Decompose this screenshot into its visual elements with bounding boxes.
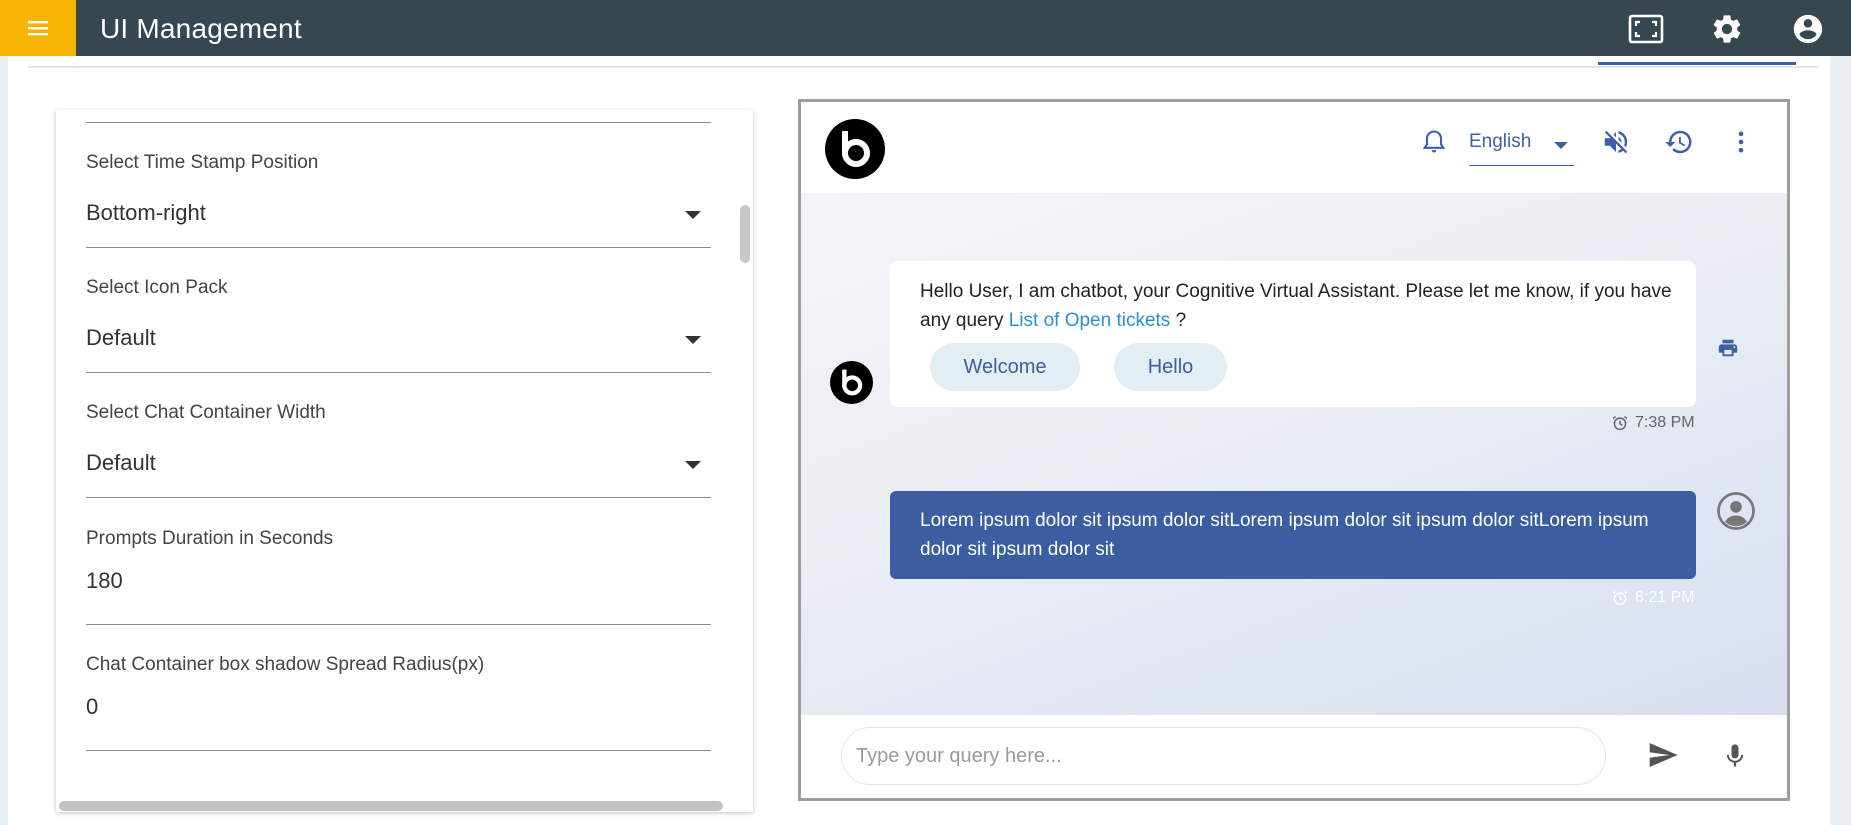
mute-button[interactable] bbox=[1598, 124, 1634, 160]
settings-panel: Select Time Stamp Position Bottom-right … bbox=[56, 110, 753, 812]
bot-message-text: Hello User, I am chatbot, your Cognitive… bbox=[920, 277, 1680, 335]
timestamp-position-select[interactable]: Select Time Stamp Position Bottom-right bbox=[86, 152, 711, 248]
more-options-button[interactable] bbox=[1723, 124, 1759, 160]
chat-input-bar bbox=[801, 715, 1787, 798]
fullscreen-icon bbox=[1628, 14, 1664, 44]
chevron-down-icon bbox=[685, 211, 701, 219]
alarm-icon bbox=[1612, 591, 1628, 606]
time-text: 7:38 PM bbox=[1635, 414, 1695, 431]
top-app-bar: UI Management bbox=[0, 0, 1851, 56]
account-circle-icon bbox=[1793, 14, 1823, 44]
field-label: Prompts Duration in Seconds bbox=[86, 528, 334, 549]
bot-message-time: 7:38 PM bbox=[1611, 414, 1695, 432]
chevron-down-icon bbox=[685, 336, 701, 344]
mute-icon bbox=[1604, 130, 1628, 154]
field-label: Select Time Stamp Position bbox=[86, 152, 319, 173]
query-input-container[interactable] bbox=[841, 727, 1606, 785]
field-label: Select Icon Pack bbox=[86, 277, 228, 298]
account-button[interactable] bbox=[1789, 10, 1827, 48]
bot-message-bubble: Hello User, I am chatbot, your Cognitive… bbox=[890, 261, 1696, 407]
time-text: 8:21 PM bbox=[1635, 589, 1695, 606]
chat-container-width-select[interactable]: Select Chat Container Width Default bbox=[86, 402, 711, 498]
send-icon[interactable] bbox=[1645, 739, 1681, 771]
active-tab-indicator bbox=[1598, 62, 1796, 65]
bot-avatar-icon bbox=[830, 361, 873, 404]
notifications-button[interactable] bbox=[1416, 124, 1452, 160]
microphone-icon[interactable] bbox=[1721, 739, 1749, 773]
user-avatar-icon bbox=[1717, 492, 1755, 530]
field-label: Chat Container box shadow Spread Radius(… bbox=[86, 654, 485, 675]
alarm-icon bbox=[1612, 416, 1628, 431]
app-title: UI Management bbox=[100, 13, 302, 44]
field-value: Bottom-right bbox=[86, 200, 206, 225]
print-icon[interactable] bbox=[1717, 337, 1739, 359]
page-scrollbar-track[interactable] bbox=[1830, 56, 1851, 825]
quick-reply-welcome[interactable]: Welcome bbox=[930, 343, 1080, 391]
field-value[interactable]: 0 bbox=[86, 694, 98, 720]
bell-icon bbox=[1422, 130, 1446, 153]
menu-button[interactable] bbox=[0, 0, 76, 56]
chat-header: English bbox=[801, 102, 1787, 193]
history-icon bbox=[1665, 130, 1692, 154]
field-underline bbox=[86, 247, 711, 248]
field-value: Default bbox=[86, 325, 156, 350]
field-underline bbox=[86, 750, 711, 751]
field-underline bbox=[86, 624, 711, 625]
chevron-down-icon bbox=[685, 461, 701, 469]
field-value[interactable]: 180 bbox=[86, 568, 123, 594]
chevron-down-icon bbox=[1554, 142, 1568, 149]
field-underline bbox=[86, 372, 711, 373]
query-input[interactable] bbox=[856, 738, 1576, 774]
user-message-time: 8:21 PM bbox=[1611, 589, 1695, 607]
language-value: English bbox=[1469, 131, 1532, 152]
field-value: Default bbox=[86, 450, 156, 475]
field-underline bbox=[86, 497, 711, 498]
gear-icon bbox=[1713, 15, 1741, 43]
bot-message-suffix: ? bbox=[1170, 310, 1187, 331]
bot-logo-icon bbox=[825, 119, 885, 179]
box-shadow-spread-input[interactable]: Chat Container box shadow Spread Radius(… bbox=[86, 654, 711, 751]
chat-messages: Hello User, I am chatbot, your Cognitive… bbox=[801, 193, 1787, 715]
user-message-text: Lorem ipsum dolor sit ipsum dolor sitLor… bbox=[920, 510, 1649, 560]
menu-icon bbox=[28, 21, 48, 36]
language-select[interactable]: English bbox=[1469, 128, 1574, 166]
horizontal-scrollbar-thumb[interactable] bbox=[59, 801, 723, 811]
quick-reply-hello[interactable]: Hello bbox=[1114, 343, 1227, 391]
user-message-bubble: Lorem ipsum dolor sit ipsum dolor sitLor… bbox=[890, 491, 1696, 579]
more-vert-icon bbox=[1738, 131, 1744, 153]
open-tickets-link[interactable]: List of Open tickets bbox=[1009, 310, 1171, 331]
field-label: Select Chat Container Width bbox=[86, 402, 326, 423]
history-button[interactable] bbox=[1661, 124, 1697, 160]
chat-preview: English Hello User, I am chatbot, your C… bbox=[798, 99, 1790, 801]
tab-divider bbox=[28, 66, 1818, 68]
settings-button[interactable] bbox=[1708, 10, 1746, 48]
left-rail bbox=[0, 56, 8, 825]
fullscreen-button[interactable] bbox=[1627, 10, 1665, 48]
vertical-scrollbar-thumb[interactable] bbox=[740, 205, 750, 263]
field-divider bbox=[86, 122, 711, 123]
icon-pack-select[interactable]: Select Icon Pack Default bbox=[86, 277, 711, 373]
prompts-duration-input[interactable]: Prompts Duration in Seconds 180 bbox=[86, 528, 711, 625]
